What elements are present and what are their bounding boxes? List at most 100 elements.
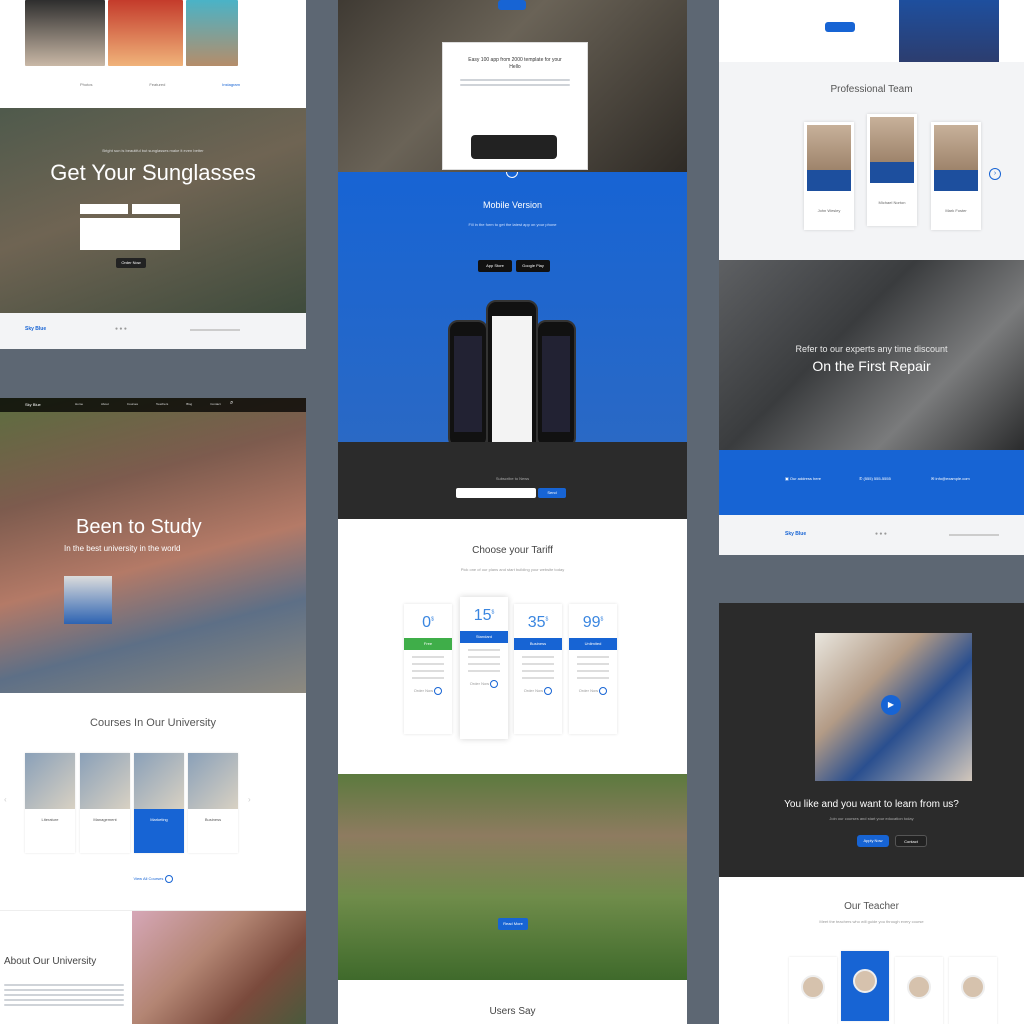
tariff-price: 99$ xyxy=(582,614,604,631)
mockup-column-left: Photos Featured Instagram Bright sun is … xyxy=(0,0,306,1024)
team-member-card[interactable]: Michael Norton xyxy=(867,114,917,226)
gallery-tabs: Photos Featured Instagram xyxy=(80,82,240,87)
tariff-order-link[interactable]: Order Now xyxy=(404,687,452,695)
users-say-title: Users Say xyxy=(489,1006,536,1017)
repair-hero: Refer to our experts any time discount O… xyxy=(719,260,1024,450)
tariff-name[interactable]: Unlimited xyxy=(569,638,617,650)
team-section: Professional Team John Wesley Michael No… xyxy=(719,62,1024,260)
contact-button[interactable]: Contact xyxy=(895,835,927,847)
tariff-card-business: 35$ Business Order Now xyxy=(514,604,562,734)
google-play-button[interactable]: Google Play xyxy=(516,260,550,272)
search-icon[interactable]: ⌕ xyxy=(230,400,233,407)
device-image xyxy=(471,135,557,159)
subscribe-panel: Subscribe to News Send xyxy=(338,442,687,519)
nav-home[interactable]: Home xyxy=(75,402,83,406)
teacher-card[interactable] xyxy=(895,957,943,1024)
subscribe-button[interactable]: Send xyxy=(538,488,566,498)
social-icons[interactable]: ● ● ● xyxy=(115,326,127,332)
nav-about[interactable]: About xyxy=(101,402,109,406)
course-label: Management xyxy=(93,817,117,822)
top-button[interactable] xyxy=(498,0,526,10)
phone-right xyxy=(536,320,576,442)
tariff-card-unlimited: 99$ Unlimited Order Now xyxy=(569,604,617,734)
teacher-subtitle: Meet the teachers who will guide you thr… xyxy=(819,919,924,924)
tariff-name[interactable]: Standard xyxy=(460,631,508,643)
teacher-title: Our Teacher xyxy=(844,901,899,912)
courses-link[interactable]: View All Courses xyxy=(0,875,306,883)
sunglasses-panel: Bright sun is beautiful but sunglasses m… xyxy=(0,108,306,313)
footer-logo: Sky Blue xyxy=(25,326,47,332)
app-store-button[interactable]: App Store xyxy=(478,260,512,272)
top-cta-button[interactable] xyxy=(825,22,855,32)
course-label: Marketing xyxy=(150,817,168,822)
tab-instagram[interactable]: Instagram xyxy=(222,82,240,87)
top-nav: Sky Blue Home About Courses Teachers Blo… xyxy=(0,398,306,412)
chevron-left-icon[interactable]: ‹ xyxy=(4,795,7,804)
nav-logo[interactable]: Sky Blue xyxy=(25,402,41,407)
team-title: Professional Team xyxy=(830,84,913,95)
tariff-price: 35$ xyxy=(527,614,549,631)
mockup-column-right: Professional Team John Wesley Michael No… xyxy=(719,0,1024,1024)
team-member-name: John Wesley xyxy=(817,208,841,213)
gallery-photo xyxy=(108,0,183,66)
social-icons[interactable]: ● ● ● xyxy=(875,531,887,537)
nav-menu: Home About Courses Teachers Blog Contact xyxy=(75,402,221,406)
team-member-name: Mark Foster xyxy=(945,208,967,213)
mobile-version-panel: Mobile Version Fill in the form to get t… xyxy=(338,172,687,442)
course-card[interactable]: Management xyxy=(80,753,130,853)
scroll-down-icon[interactable] xyxy=(506,172,518,178)
apply-button[interactable]: Apply Now xyxy=(857,835,889,847)
tab-photos[interactable]: Photos xyxy=(80,82,92,87)
tariff-order-link[interactable]: Order Now xyxy=(569,687,617,695)
nav-contact[interactable]: Contact xyxy=(210,402,220,406)
app-card-title: Easy 100 app from 2000 template for your… xyxy=(468,57,562,70)
team-member-card[interactable]: Mark Foster xyxy=(931,122,981,230)
park-photo-panel: Read More xyxy=(338,774,687,980)
course-image xyxy=(188,753,238,809)
tariff-order-link[interactable]: Order Now xyxy=(460,680,508,688)
email-field[interactable] xyxy=(132,204,180,214)
tariff-title: Choose your Tariff xyxy=(472,545,553,556)
teacher-card[interactable] xyxy=(789,957,837,1024)
learn-subtitle: Join our courses and start your educatio… xyxy=(829,816,914,821)
phone-center xyxy=(486,300,538,442)
name-field[interactable] xyxy=(80,204,128,214)
mobile-desc: Fill in the form to get the latest app o… xyxy=(468,222,557,227)
contact-address: ▣ Our address here xyxy=(785,476,822,481)
nav-teachers[interactable]: Teachers xyxy=(156,402,168,406)
app-card-text xyxy=(460,79,570,86)
subscribe-email-input[interactable] xyxy=(456,488,536,498)
tariff-subtitle: Pick one of our plans and start building… xyxy=(460,567,565,572)
tariff-order-link[interactable]: Order Now xyxy=(514,687,562,695)
chevron-right-icon[interactable]: › xyxy=(989,168,1001,180)
app-card: Easy 100 app from 2000 template for your… xyxy=(442,42,588,170)
message-field[interactable] xyxy=(80,218,180,250)
team-member-card[interactable]: John Wesley xyxy=(804,122,854,230)
order-button[interactable]: Order Now xyxy=(116,258,146,268)
course-card[interactable]: Business xyxy=(188,753,238,853)
nav-courses[interactable]: Courses xyxy=(127,402,138,406)
play-icon[interactable]: ▶ xyxy=(881,695,901,715)
sunglasses-subtitle: Bright sun is beautiful but sunglasses m… xyxy=(102,148,204,153)
learn-panel: ▶ You like and you want to learn from us… xyxy=(719,603,1024,877)
footer-copyright xyxy=(190,329,240,331)
chevron-right-icon[interactable]: › xyxy=(248,795,251,804)
course-card[interactable]: Literature xyxy=(25,753,75,853)
gallery-photo xyxy=(186,0,238,66)
footer-copyright xyxy=(949,534,999,536)
study-hero: Sky Blue Home About Courses Teachers Blo… xyxy=(0,398,306,693)
nav-blog[interactable]: Blog xyxy=(186,402,192,406)
teacher-card[interactable] xyxy=(949,957,997,1024)
repair-line2: On the First Repair xyxy=(812,358,931,374)
students-photo[interactable]: ▶ xyxy=(815,633,972,781)
tab-featured[interactable]: Featured xyxy=(149,82,165,87)
course-card-active[interactable]: Marketing xyxy=(134,753,184,853)
phone-left xyxy=(448,320,488,442)
tariff-name[interactable]: Free xyxy=(404,638,452,650)
teacher-card-active[interactable] xyxy=(841,951,889,1021)
park-button[interactable]: Read More xyxy=(498,918,528,930)
video-thumb[interactable] xyxy=(64,576,112,624)
contact-bar: ▣ Our address here ✆ (555) 555-5555 ✉ in… xyxy=(719,450,1024,515)
tariff-name[interactable]: Business xyxy=(514,638,562,650)
gallery-panel: Photos Featured Instagram xyxy=(0,0,306,108)
